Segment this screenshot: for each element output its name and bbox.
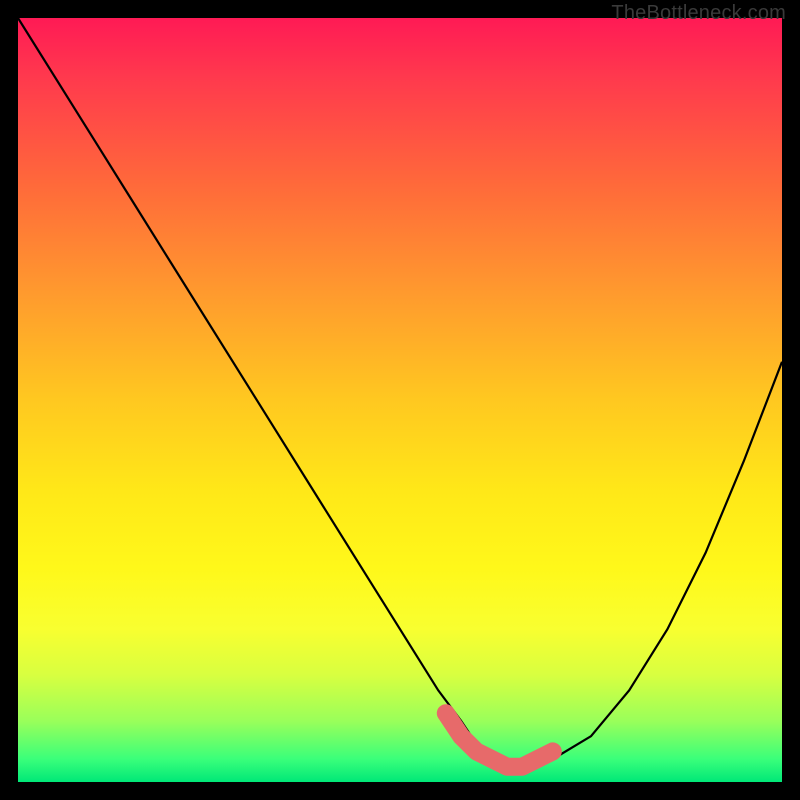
attribution-text: TheBottleneck.com [611,2,786,25]
chart-svg [18,18,782,782]
bottleneck-curve-path [18,18,782,767]
optimal-band-highlight [446,713,553,767]
chart-frame [18,18,782,782]
